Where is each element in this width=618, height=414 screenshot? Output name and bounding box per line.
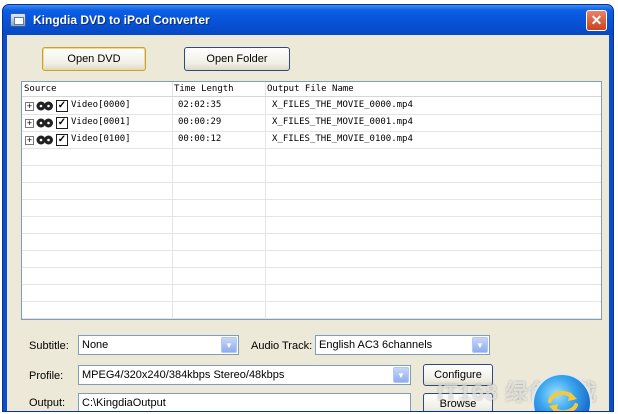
empty-row bbox=[22, 285, 601, 302]
film-reel-icon bbox=[36, 135, 53, 145]
row-checkbox[interactable]: ✓ bbox=[56, 117, 68, 129]
empty-row bbox=[22, 200, 601, 217]
chevron-down-icon[interactable]: ▼ bbox=[393, 367, 409, 383]
empty-row bbox=[22, 268, 601, 285]
table-row[interactable]: + ✓ Video[0100] 00:00:12 X_FILES_THE_MOV… bbox=[22, 132, 601, 149]
audio-track-select[interactable]: English AC3 6channels ▼ bbox=[315, 335, 490, 355]
source-cell: Video[0000] bbox=[71, 100, 131, 110]
close-icon[interactable]: ✕ bbox=[586, 10, 607, 31]
empty-row bbox=[22, 183, 601, 200]
column-header-source[interactable]: Source bbox=[24, 84, 57, 94]
audio-track-value: English AC3 6channels bbox=[319, 339, 433, 351]
profile-label: Profile: bbox=[29, 370, 64, 382]
time-length-cell: 00:00:12 bbox=[178, 134, 222, 144]
subtitle-value: None bbox=[82, 339, 109, 351]
open-folder-button[interactable]: Open Folder bbox=[184, 47, 290, 71]
output-path-value: C:\KingdiaOutput bbox=[82, 397, 166, 409]
output-file-cell: X_FILES_THE_MOVIE_0100.mp4 bbox=[272, 134, 413, 144]
source-list[interactable]: Source Time Length Output File Name + ✓ … bbox=[21, 81, 602, 320]
convert-arrows-icon bbox=[548, 391, 578, 411]
subtitle-label: Subtitle: bbox=[29, 340, 69, 352]
audio-track-label: Audio Track: bbox=[251, 340, 313, 352]
empty-row bbox=[22, 251, 601, 268]
profile-select[interactable]: MPEG4/320x240/384kbps Stereo/48kbps ▼ bbox=[78, 365, 411, 385]
list-header: Source Time Length Output File Name bbox=[22, 82, 601, 97]
client-area: Open DVD Open Folder Source Time Length … bbox=[7, 35, 609, 411]
output-path-field[interactable]: C:\KingdiaOutput bbox=[78, 393, 411, 411]
row-checkbox[interactable]: ✓ bbox=[56, 100, 68, 112]
chevron-down-icon[interactable]: ▼ bbox=[221, 337, 237, 353]
chevron-down-icon[interactable]: ▼ bbox=[472, 337, 488, 353]
output-file-cell: X_FILES_THE_MOVIE_0000.mp4 bbox=[272, 100, 413, 110]
title-bar[interactable]: Kingdia DVD to iPod Converter ✕ bbox=[3, 5, 613, 35]
profile-value: MPEG4/320x240/384kbps Stereo/48kbps bbox=[82, 369, 285, 381]
source-cell: Video[0001] bbox=[71, 117, 131, 127]
row-checkbox[interactable]: ✓ bbox=[56, 134, 68, 146]
open-dvd-button[interactable]: Open DVD bbox=[42, 47, 146, 71]
empty-row bbox=[22, 166, 601, 183]
subtitle-select[interactable]: None ▼ bbox=[78, 335, 239, 355]
empty-row bbox=[22, 234, 601, 251]
film-reel-icon bbox=[36, 101, 53, 111]
window-title: Kingdia DVD to iPod Converter bbox=[33, 13, 210, 27]
expand-icon[interactable]: + bbox=[25, 136, 34, 145]
column-header-time-length[interactable]: Time Length bbox=[174, 84, 234, 94]
time-length-cell: 00:00:29 bbox=[178, 117, 222, 127]
film-reel-icon bbox=[36, 118, 53, 128]
empty-row bbox=[22, 302, 601, 319]
empty-row bbox=[22, 149, 601, 166]
source-cell: Video[0100] bbox=[71, 134, 131, 144]
output-file-cell: X_FILES_THE_MOVIE_0001.mp4 bbox=[272, 117, 413, 127]
expand-icon[interactable]: + bbox=[25, 119, 34, 128]
table-row[interactable]: + ✓ Video[0000] 02:02:35 X_FILES_THE_MOV… bbox=[22, 98, 601, 115]
time-length-cell: 02:02:35 bbox=[178, 100, 222, 110]
app-window: Kingdia DVD to iPod Converter ✕ Open DVD… bbox=[2, 4, 614, 412]
expand-icon[interactable]: + bbox=[25, 102, 34, 111]
table-row[interactable]: + ✓ Video[0001] 00:00:29 X_FILES_THE_MOV… bbox=[22, 115, 601, 132]
dvd-app-icon bbox=[10, 13, 26, 27]
output-label: Output: bbox=[29, 397, 66, 409]
empty-row bbox=[22, 217, 601, 234]
column-header-output-file[interactable]: Output File Name bbox=[267, 84, 354, 94]
